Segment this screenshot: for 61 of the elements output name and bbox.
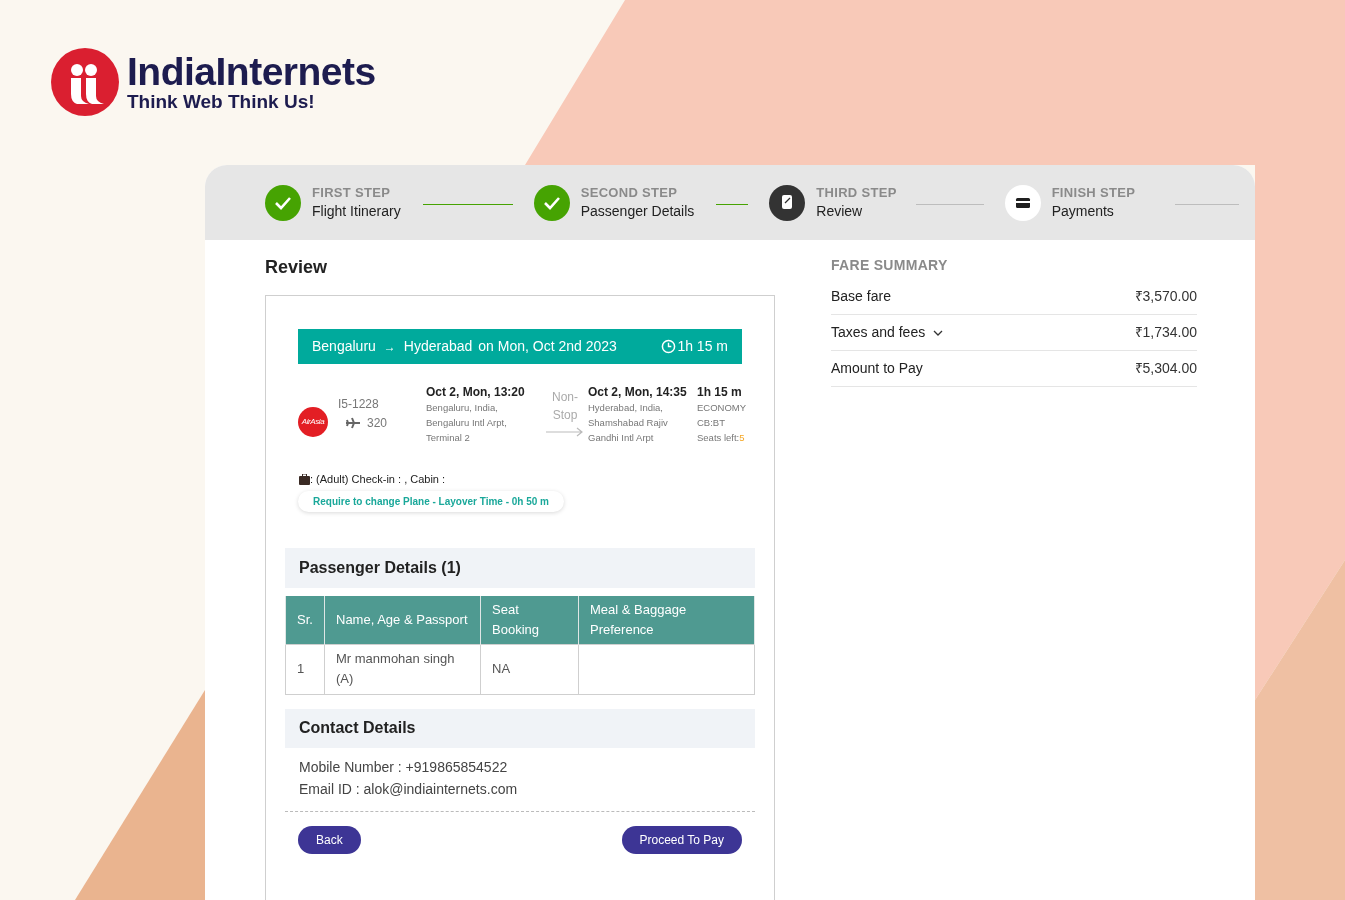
airport-text: Hyderabad, India,	[588, 401, 664, 415]
contact-text: Email ID : alok@indiainternets.com	[299, 779, 519, 799]
stop-text: Non-	[552, 389, 578, 406]
section-header: Passenger Details (1)	[285, 547, 755, 588]
arrow-icon: →	[383, 337, 396, 356]
aircraft-number: 320	[367, 415, 388, 432]
fare-value: ₹1,734.00	[1134, 323, 1197, 342]
route-text: Hyderabad	[403, 337, 473, 356]
chevron-down-icon[interactable]	[933, 329, 944, 336]
logo-icon	[51, 48, 119, 116]
fare-value: ₹5,304.00	[1134, 359, 1197, 378]
airport-text: Bengaluru Intl Arpt,	[426, 416, 508, 430]
fare-value: ₹3,570.00	[1134, 287, 1197, 306]
airport-text: Bengaluru, India,	[426, 401, 499, 415]
fare-title: FARE SUMMARY	[831, 256, 949, 274]
seats-left: Seats left:5	[697, 431, 746, 445]
step-caption: SECOND STEP	[580, 184, 679, 201]
flight-number: I5-1228	[338, 396, 380, 412]
step-label: Flight Itinerary	[312, 201, 401, 221]
flight-time: Oct 2, Mon, 13:20	[426, 384, 526, 400]
contact-text: Mobile Number : +919865854522	[299, 757, 509, 777]
fare-label: Taxes and fees	[831, 323, 926, 342]
step-label: Payments	[1051, 201, 1115, 221]
airport-text: Terminal 2	[426, 431, 471, 445]
column-header: Seat Booking	[480, 595, 579, 644]
table-cell: NA	[480, 644, 579, 694]
airport-text: Gandhi Intl Arpt	[588, 431, 655, 445]
back-button[interactable]: Back	[298, 825, 361, 854]
fare-label: Amount to Pay	[831, 359, 923, 378]
clock-icon	[661, 339, 677, 354]
table-cell: 1	[285, 644, 325, 694]
column-header: Sr.	[285, 595, 325, 644]
step-caption: FINISH STEP	[1051, 184, 1136, 201]
cabin-class: ECONOMY	[697, 401, 747, 415]
flight-time: Oct 2, Mon, 14:35	[588, 384, 688, 400]
baggage-text: : (Adult) Check-in : , Cabin :	[310, 472, 446, 487]
booking-class: CB:BT	[697, 416, 726, 430]
route-text: Bengaluru	[312, 337, 376, 356]
section-title: Review	[265, 256, 329, 278]
brand-name: IndiaInternets	[127, 52, 376, 92]
airplane-icon	[346, 417, 360, 429]
luggage-icon	[299, 473, 310, 485]
column-header: Name, Age & Passport	[324, 595, 481, 644]
step-caption: THIRD STEP	[816, 184, 897, 201]
arrow-icon	[546, 427, 584, 437]
table-cell: Mr manmohan singh (A)	[324, 644, 481, 694]
brand-tagline: Think Web Think Us!	[127, 92, 316, 112]
column-header: Meal & Baggage Preference	[578, 595, 755, 644]
airport-text: Shamshabad Rajiv	[588, 416, 669, 430]
step-label: Review	[816, 201, 864, 221]
fare-label: Base fare	[831, 287, 891, 306]
airline-logo: AirAsia	[298, 407, 328, 437]
route-date: on Mon, Oct 2nd 2023	[478, 337, 617, 356]
flight-duration: 1h 15 m	[697, 384, 743, 400]
section-header: Contact Details	[285, 708, 755, 748]
step-caption: FIRST STEP	[312, 184, 392, 201]
duration-text: 1h 15 m	[677, 337, 728, 356]
step-label: Passenger Details	[580, 201, 695, 221]
layover-badge: Require to change Plane - Layover Time - 0h 50 m	[298, 490, 564, 512]
proceed-button[interactable]: Proceed To Pay	[621, 825, 742, 854]
stop-text: Stop	[552, 407, 578, 424]
